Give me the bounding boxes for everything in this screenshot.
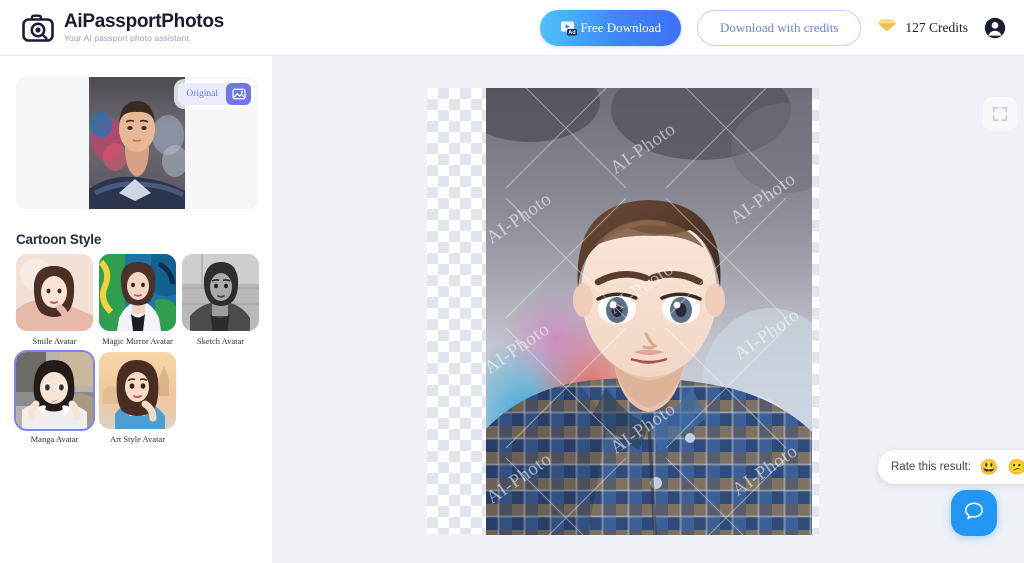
app-header: AiPassportPhotos Your AI passport photo … xyxy=(0,0,1024,56)
original-preview-card: Original xyxy=(16,77,258,209)
cartoon-style-heading: Cartoon Style xyxy=(16,232,102,247)
credits-indicator[interactable]: 127 Credits xyxy=(877,17,968,38)
style-option-label: Manga Avatar xyxy=(30,434,79,444)
style-option-label: Smile Avatar xyxy=(32,336,77,346)
style-thumbnail xyxy=(16,254,93,331)
generated-result-image: AI-Photo AI-Photo AI-Photo AI-Photo AI-P… xyxy=(486,88,812,535)
compare-image-icon[interactable] xyxy=(226,83,251,105)
style-option-label: Sketch Avatar xyxy=(196,336,245,346)
result-canvas: AI-Photo AI-Photo AI-Photo AI-Photo AI-P… xyxy=(272,56,1024,563)
brand-logo[interactable]: AiPassportPhotos Your AI passport photo … xyxy=(22,12,224,44)
chat-bubble-icon xyxy=(963,500,985,527)
expand-fullscreen-icon[interactable] xyxy=(983,97,1017,131)
original-toggle-label: Original xyxy=(186,89,218,99)
style-grid: Smile Avatar Magic Mirror Avatar Sketch … xyxy=(16,254,266,444)
credits-count-label: 127 Credits xyxy=(905,19,968,35)
style-option-sketch-avatar[interactable]: Sketch Avatar xyxy=(182,254,259,346)
brand-text: AiPassportPhotos Your AI passport photo … xyxy=(64,12,224,43)
style-option-smile-avatar[interactable]: Smile Avatar xyxy=(16,254,93,346)
style-option-art-style-avatar[interactable]: Art Style Avatar xyxy=(99,352,176,444)
style-option-magic-mirror-avatar[interactable]: Magic Mirror Avatar xyxy=(99,254,176,346)
left-sidebar: Original Cartoon Style Smile Avatar Magi… xyxy=(0,56,272,563)
style-thumbnail xyxy=(182,254,259,331)
diamond-icon xyxy=(877,17,897,38)
download-with-credits-label: Download with credits xyxy=(719,19,839,35)
brand-title: AiPassportPhotos xyxy=(64,11,224,33)
ad-badge-icon: Ad xyxy=(560,20,578,36)
rate-prompt-label: Rate this result: xyxy=(891,461,971,473)
download-with-credits-button[interactable]: Download with credits xyxy=(696,9,862,46)
user-avatar-icon[interactable] xyxy=(984,17,1006,39)
style-thumbnail xyxy=(16,352,93,429)
camera-icon xyxy=(22,12,54,44)
style-thumbnail xyxy=(99,352,176,429)
original-compare-toggle[interactable]: Original xyxy=(178,83,251,105)
rate-result-bar: Rate this result: 😃 😕 xyxy=(878,450,1024,484)
style-option-label: Magic Mirror Avatar xyxy=(102,336,173,346)
style-option-manga-avatar[interactable]: Manga Avatar xyxy=(16,352,93,444)
svg-text:Ad: Ad xyxy=(569,29,577,35)
free-download-label: Free Download xyxy=(580,19,661,35)
brand-tagline: Your AI passport photo assistant. xyxy=(64,33,192,44)
header-actions: Ad Free Download Download with credits 1… xyxy=(540,9,1006,46)
rate-happy-button[interactable]: 😃 xyxy=(980,460,999,475)
free-download-button[interactable]: Ad Free Download xyxy=(540,9,681,46)
style-thumbnail xyxy=(99,254,176,331)
style-option-label: Art Style Avatar xyxy=(109,434,166,444)
chat-support-button[interactable] xyxy=(951,490,997,536)
rate-sad-button[interactable]: 😕 xyxy=(1008,460,1024,475)
original-photo xyxy=(89,77,185,209)
